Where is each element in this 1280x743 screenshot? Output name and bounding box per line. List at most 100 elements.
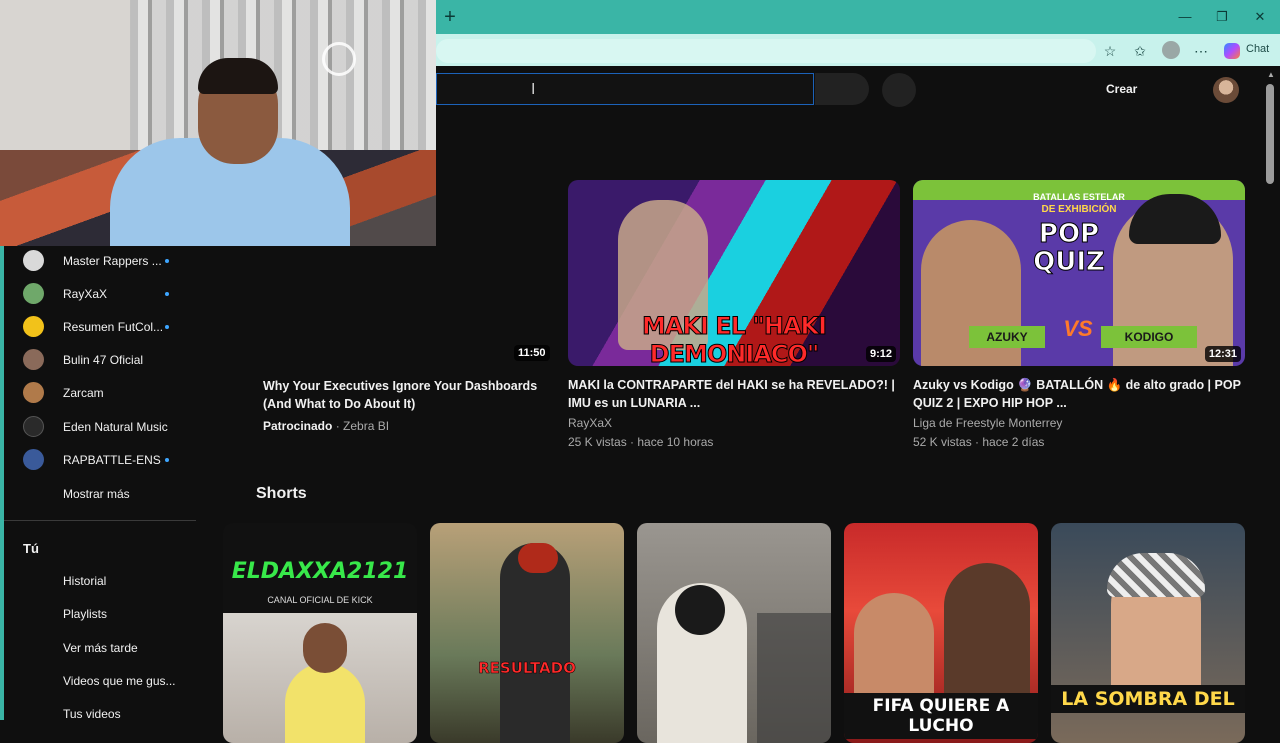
thumbnail-right-name: KODIGO <box>1101 326 1197 348</box>
short-thumbnail-image <box>223 613 417 743</box>
sidebar-item-zarcam[interactable]: Zarcam <box>4 378 196 408</box>
duration-badge: 12:31 <box>1204 346 1241 362</box>
webcam-person-hair <box>198 58 278 94</box>
short-crowd <box>757 613 831 743</box>
short-person <box>285 663 365 743</box>
channel-avatar <box>23 250 44 271</box>
sidebar-item-label: Master Rappers ... <box>63 254 162 268</box>
sidebar-item-liked-videos[interactable]: Videos que me gus... <box>4 666 196 696</box>
thumbnail-logo: POP QUIZ <box>1033 219 1106 277</box>
shorts-heading: Shorts <box>256 485 307 502</box>
sidebar-item-label: Playlists <box>63 607 108 621</box>
short-card[interactable]: LA SOMBRA DEL <box>1051 523 1245 743</box>
channel-avatar <box>23 449 44 470</box>
ad-meta: Patrocinado · Zebra BI <box>263 419 389 433</box>
ad-duration-badge: 11:50 <box>514 345 550 361</box>
sidebar-item-label: RayXaX <box>63 287 108 301</box>
new-content-dot <box>165 259 169 263</box>
new-content-dot <box>165 292 169 296</box>
copilot-label: Chat <box>1246 43 1270 55</box>
video-thumbnail[interactable]: MAKI EL "HAKI DEMONIACO" 9:12 <box>568 180 900 366</box>
sidebar-section-you[interactable]: Tú <box>23 541 39 556</box>
short-person-head <box>303 623 347 673</box>
sponsored-label: Patrocinado <box>263 419 333 433</box>
copilot-icon <box>1224 43 1240 59</box>
create-button[interactable]: Crear <box>1106 82 1137 96</box>
short-caption: RESULTADO <box>478 659 576 678</box>
sidebar: Master Rappers ... RayXaX Resumen FutCol… <box>4 246 196 721</box>
video-thumbnail[interactable]: BATALLAS ESTELAR DE EXHIBICIÓN POP QUIZ … <box>913 180 1245 366</box>
star-icon[interactable]: ☆ <box>1099 40 1121 62</box>
sidebar-item-label: Resumen FutCol... <box>63 320 164 334</box>
loading-ring-icon <box>322 42 356 76</box>
sidebar-item-label: Mostrar más <box>63 487 130 501</box>
short-person-cap <box>1107 553 1205 597</box>
short-caption: ELDAXXA2121 <box>231 559 409 584</box>
sidebar-item-rapbattle-ens[interactable]: RAPBATTLE-ENS <box>4 445 196 475</box>
sidebar-item-label: Bulin 47 Oficial <box>63 353 144 367</box>
sidebar-item-your-videos[interactable]: Tus videos <box>4 699 196 729</box>
video-stats: 52 K vistas · hace 2 días <box>913 435 1045 449</box>
short-card[interactable] <box>637 523 831 743</box>
sidebar-item-resumen-futcol[interactable]: Resumen FutCol... <box>4 312 196 342</box>
address-bar[interactable] <box>436 39 1096 63</box>
short-figure-hair <box>518 543 558 573</box>
new-content-dot <box>165 458 169 462</box>
duration-badge: 9:12 <box>865 346 896 362</box>
channel-name[interactable]: Liga de Freestyle Monterrey <box>913 416 1062 430</box>
ad-title[interactable]: Why Your Executives Ignore Your Dashboar… <box>263 377 563 413</box>
voice-search-button[interactable] <box>882 73 916 107</box>
thumbnail-caption: MAKI EL "HAKI DEMONIACO" <box>641 312 827 367</box>
sidebar-item-label: Historial <box>63 574 107 588</box>
video-title[interactable]: MAKI la CONTRAPARTE del HAKI se ha REVEL… <box>568 376 898 412</box>
sidebar-divider <box>4 520 196 521</box>
channel-name[interactable]: RayXaX <box>568 416 612 430</box>
channel-avatar <box>23 349 44 370</box>
more-icon[interactable]: ⋯ <box>1190 40 1212 62</box>
sidebar-item-rayxax[interactable]: RayXaX <box>4 279 196 309</box>
channel-avatar <box>23 316 44 337</box>
sidebar-item-bulin-47[interactable]: Bulin 47 Oficial <box>4 345 196 375</box>
sidebar-item-eden-natural-music[interactable]: Eden Natural Music <box>4 412 196 442</box>
new-tab-button[interactable]: + <box>440 6 460 28</box>
thumbnail-left-name: AZUKY <box>969 326 1045 348</box>
video-stats: 25 K vistas · hace 10 horas <box>568 435 714 449</box>
video-title[interactable]: Azuky vs Kodigo 🔮 BATALLÓN 🔥 de alto gra… <box>913 376 1243 412</box>
search-input[interactable] <box>436 73 814 105</box>
ad-advertiser[interactable]: · Zebra BI <box>336 419 389 433</box>
sidebar-show-more[interactable]: Mostrar más <box>4 479 196 509</box>
sidebar-item-label: Eden Natural Music <box>63 420 168 434</box>
sidebar-item-label: Videos que me gus... <box>63 674 176 688</box>
channel-avatar <box>23 382 44 403</box>
channel-avatar <box>23 416 44 437</box>
copilot-chat-button[interactable]: Chat <box>1222 40 1272 62</box>
maximize-button[interactable]: ❐ <box>1207 6 1237 28</box>
profile-icon[interactable] <box>1162 41 1180 59</box>
short-figure-head <box>675 585 725 635</box>
short-caption: LA SOMBRA DEL <box>1051 685 1245 713</box>
short-person-right <box>944 563 1030 713</box>
new-content-dot <box>165 325 169 329</box>
webcam-overlay <box>0 0 436 246</box>
short-caption: FIFA QUIERE A LUCHO <box>844 693 1038 739</box>
sidebar-item-master-rappers[interactable]: Master Rappers ... <box>4 246 196 276</box>
close-window-button[interactable]: ✕ <box>1245 6 1275 28</box>
minimize-button[interactable]: — <box>1170 6 1200 28</box>
account-avatar[interactable] <box>1213 77 1239 103</box>
sidebar-item-label: RAPBATTLE-ENS <box>63 453 161 467</box>
favorites-icon[interactable]: ✩ <box>1129 40 1151 62</box>
sidebar-item-playlists[interactable]: Playlists <box>4 599 196 629</box>
short-subcaption: CANAL OFICIAL DE KICK <box>267 595 373 605</box>
short-figure <box>500 543 570 743</box>
scrollbar-thumb[interactable] <box>1266 84 1274 184</box>
search-button[interactable] <box>815 73 869 105</box>
sidebar-item-watch-later[interactable]: Ver más tarde <box>4 633 196 663</box>
sidebar-item-label: Ver más tarde <box>63 641 138 655</box>
short-card[interactable]: RESULTADO <box>430 523 624 743</box>
sidebar-item-historial[interactable]: Historial <box>4 566 196 596</box>
short-card[interactable]: ELDAXXA2121 CANAL OFICIAL DE KICK <box>223 523 417 743</box>
short-card[interactable]: FIFA QUIERE A LUCHO <box>844 523 1038 743</box>
scroll-up-icon[interactable]: ▲ <box>1266 70 1276 80</box>
thumbnail-vs: VS <box>1063 316 1093 341</box>
text-cursor-icon: I <box>531 81 536 98</box>
